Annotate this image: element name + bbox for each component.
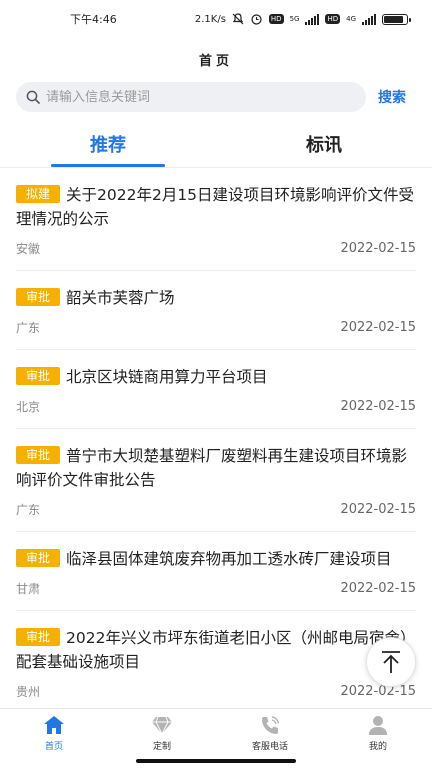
list-item[interactable]: 拟建 关于2022年2月15日建设项目环境影响评价文件受理情况的公示 安徽 2022… [16, 168, 416, 271]
nav-label: 客服电话 [251, 742, 288, 752]
signal-icon [305, 13, 320, 25]
item-date: 2022-02-15 [340, 241, 416, 256]
tab-bar: 推荐 标讯 [0, 120, 432, 168]
status-badge: 拟建 [16, 185, 61, 203]
search-input[interactable] [46, 89, 346, 105]
search-box[interactable] [16, 82, 366, 112]
phone-icon [262, 716, 280, 734]
search-row: 搜索 [0, 80, 432, 112]
arrow-up-icon [382, 651, 400, 673]
list-item[interactable]: 审批 普宁市大坝楚基塑料厂废塑料再生建设项目环境影响评价文件审批公告 广东 2022… [16, 429, 416, 532]
tab-recommended[interactable]: 推荐 [0, 120, 216, 167]
back-to-top-button[interactable] [366, 637, 416, 687]
item-title-row: 审批 北京区块链商用算力平台项目 [16, 365, 416, 389]
project-list: 拟建 关于2022年2月15日建设项目环境影响评价文件受理情况的公示 安徽 2022… [0, 168, 432, 714]
item-title: 关于2022年2月15日建设项目环境影响评价文件受理情况的公示 [16, 186, 415, 228]
nav-label: 首页 [44, 742, 63, 752]
item-region: 贵州 [16, 685, 41, 699]
sim2-hd-badge: HD [325, 14, 341, 24]
item-meta: 广东 2022-02-15 [16, 501, 416, 531]
status-badge: 审批 [16, 367, 61, 385]
item-meta: 广东 2022-02-15 [16, 319, 416, 349]
sim1-hd-badge: HD [268, 14, 284, 24]
item-title: 北京区块链商用算力平台项目 [66, 368, 268, 386]
sim1-tech: 5G [289, 15, 300, 23]
item-region: 广东 [16, 321, 41, 335]
item-date: 2022-02-15 [340, 502, 416, 517]
diamond-icon [152, 716, 172, 735]
battery-icon [382, 13, 411, 25]
item-region: 北京 [16, 400, 41, 414]
item-region: 广东 [16, 503, 41, 517]
list-item[interactable]: 审批 2022年兴义市坪东街道老旧小区（州邮电局宿舍）配套基础设施项目 贵州 202… [16, 611, 416, 714]
nav-label: 定制 [152, 742, 171, 752]
item-meta: 北京 2022-02-15 [16, 398, 416, 428]
bottom-nav: 首页 定制 客服电话 我的 [0, 708, 432, 768]
item-meta: 安徽 2022-02-15 [16, 240, 416, 270]
search-button[interactable]: 搜索 [378, 87, 406, 107]
alarm-icon [251, 14, 262, 25]
tab-label: 标讯 [306, 134, 342, 156]
page-title-bar: 首页 [0, 38, 432, 80]
mute-icon [232, 13, 244, 25]
signal-icon [362, 13, 376, 25]
page-title: 首页 [198, 53, 233, 69]
item-title-row: 审批 临泽县固体建筑废弃物再加工透水砖厂建设项目 [16, 547, 416, 571]
item-title-row: 审批 2022年兴义市坪东街道老旧小区（州邮电局宿舍）配套基础设施项目 [16, 626, 416, 674]
item-region: 安徽 [16, 242, 41, 256]
item-title: 普宁市大坝楚基塑料厂废塑料再生建设项目环境影响评价文件审批公告 [16, 447, 408, 489]
home-icon [44, 716, 64, 734]
status-bar: 下午4:46 2.1K/s HD 5G HD 4G [0, 0, 432, 38]
list-item[interactable]: 审批 北京区块链商用算力平台项目 北京 2022-02-15 [16, 350, 416, 429]
status-icons: 2.1K/s HD 5G HD 4G [194, 13, 411, 25]
item-date: 2022-02-15 [340, 320, 416, 335]
item-date: 2022-02-15 [340, 581, 416, 596]
item-meta: 甘肃 2022-02-15 [16, 580, 416, 610]
status-badge: 审批 [16, 628, 61, 646]
item-region: 甘肃 [16, 582, 41, 596]
user-icon [369, 716, 387, 735]
search-icon [26, 90, 40, 104]
list-item[interactable]: 审批 临泽县固体建筑废弃物再加工透水砖厂建设项目 甘肃 2022-02-15 [16, 532, 416, 611]
sim2-tech: 4G [346, 15, 356, 23]
item-title: 临泽县固体建筑废弃物再加工透水砖厂建设项目 [66, 550, 392, 568]
item-title: 韶关市芙蓉广场 [66, 289, 175, 307]
status-time: 下午4:46 [70, 13, 117, 26]
nav-home[interactable]: 首页 [0, 709, 108, 768]
item-date: 2022-02-15 [340, 684, 416, 699]
item-title-row: 审批 韶关市芙蓉广场 [16, 286, 416, 310]
list-item[interactable]: 审批 韶关市芙蓉广场 广东 2022-02-15 [16, 271, 416, 350]
item-title-row: 审批 普宁市大坝楚基塑料厂废塑料再生建设项目环境影响评价文件审批公告 [16, 444, 416, 492]
tab-bidding-news[interactable]: 标讯 [216, 120, 432, 167]
item-title: 2022年兴义市坪东街道老旧小区（州邮电局宿舍）配套基础设施项目 [16, 629, 416, 671]
item-title-row: 拟建 关于2022年2月15日建设项目环境影响评价文件受理情况的公示 [16, 183, 416, 231]
item-date: 2022-02-15 [340, 399, 416, 414]
network-speed: 2.1K/s [194, 13, 226, 25]
tab-label: 推荐 [90, 134, 126, 156]
status-badge: 审批 [16, 549, 61, 567]
home-indicator [136, 759, 296, 763]
nav-label: 我的 [368, 742, 387, 752]
nav-mine[interactable]: 我的 [324, 709, 432, 768]
status-badge: 审批 [16, 446, 61, 464]
status-badge: 审批 [16, 288, 61, 306]
